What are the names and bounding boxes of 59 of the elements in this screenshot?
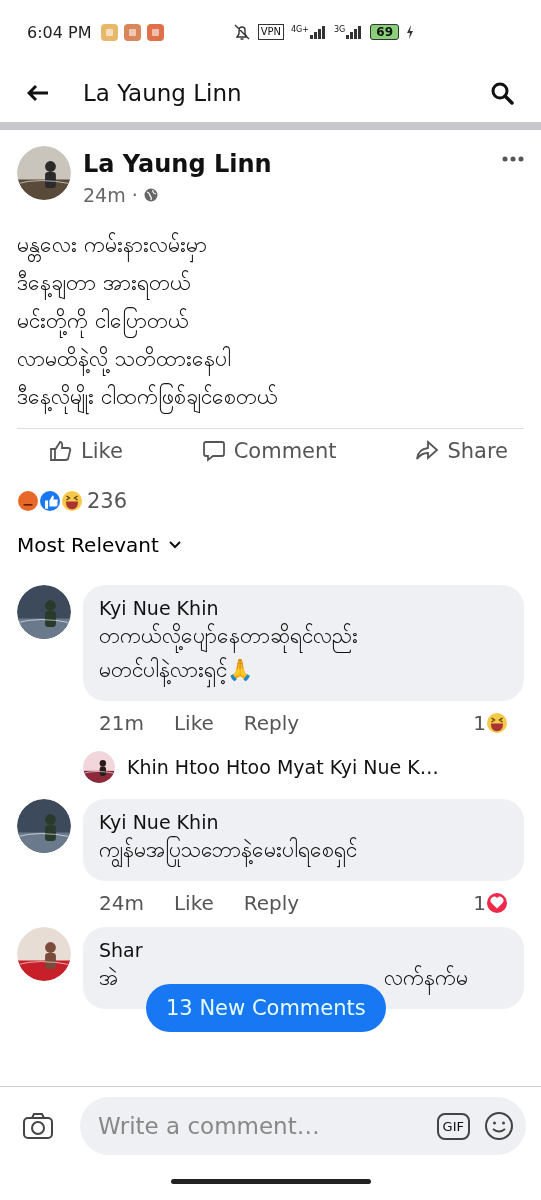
muted-bell-icon xyxy=(232,23,251,41)
angry-face-icon xyxy=(17,490,39,512)
comment-text: လက်နက်မ xyxy=(384,961,468,995)
post-text: လာမထိနဲ့လို့ သတိထားနေပါ xyxy=(17,340,524,378)
signal-icon xyxy=(309,25,327,39)
thumbs-up-icon xyxy=(49,439,73,463)
reaction-count: 236 xyxy=(87,489,128,513)
gif-button[interactable]: GIF xyxy=(436,1112,470,1140)
sort-dropdown[interactable]: Most Relevant xyxy=(0,529,198,561)
vpn-indicator: VPN xyxy=(257,24,284,40)
reaction-count: 1 xyxy=(473,891,486,915)
reply-link[interactable]: Reply xyxy=(243,891,300,915)
like-button[interactable]: Like xyxy=(49,433,123,469)
post-time: 24m xyxy=(83,184,126,206)
network-type: 3G xyxy=(334,25,346,34)
back-arrow-icon[interactable] xyxy=(27,84,49,102)
chevron-down-icon xyxy=(168,541,181,549)
speech-bubble-icon xyxy=(201,439,226,463)
commenter-name: Shar xyxy=(99,939,144,961)
thumbs-up-icon xyxy=(39,490,61,512)
globe-icon xyxy=(143,188,158,202)
post-text: မင်းတို့ကို ငါပြောတယ် xyxy=(17,302,524,340)
battery-level: 69 xyxy=(370,24,399,40)
comment-text: မတင်ပါနဲ့လားရှင့်🙏 xyxy=(99,653,508,687)
camera-icon[interactable] xyxy=(22,1112,54,1140)
clock-time: 6:04 PM xyxy=(27,22,92,42)
separator-dot: · xyxy=(131,184,138,206)
comment-text: တကယ်လို့ပျော်နေတာဆိုရင်လည်း xyxy=(99,619,508,653)
comment-input[interactable]: Write a comment… GIF xyxy=(80,1097,526,1155)
like-link[interactable]: Like xyxy=(173,711,214,735)
comment-text: ကျွန်မအပြုသဘောနဲ့မေးပါရစေရှင် xyxy=(99,833,508,867)
reaction-count: 1 xyxy=(473,711,486,735)
like-link[interactable]: Like xyxy=(173,891,214,915)
share-arrow-icon xyxy=(415,439,440,463)
emoji-icon[interactable] xyxy=(484,1111,514,1141)
signal-icon xyxy=(345,25,364,39)
page-title: La Yaung Linn xyxy=(83,80,243,106)
new-comments-toast[interactable]: 13 New Comments xyxy=(146,984,386,1032)
author-name: La Yaung Linn xyxy=(83,150,273,178)
comment-button[interactable]: Comment xyxy=(201,433,337,469)
post-text: မန္တလေး ကမ်းနားလမ်းမှာ xyxy=(17,226,524,264)
laughing-face-icon xyxy=(61,490,83,512)
network-type: 4G+ xyxy=(291,25,309,34)
laughing-face-icon xyxy=(486,712,508,734)
post-text: ဒီနေ့ချတာ အားရတယ် xyxy=(17,264,524,302)
more-options-icon[interactable] xyxy=(502,156,524,162)
comment-time: 24m xyxy=(99,891,144,915)
post-text: ဒီနေ့လိုမျိုး ငါထက်ဖြစ်ချင်စေတယ် xyxy=(17,378,524,416)
search-icon[interactable] xyxy=(490,81,514,105)
notification-icon xyxy=(147,23,165,41)
share-button[interactable]: Share xyxy=(415,433,508,469)
comment-text: အဲ xyxy=(99,965,118,992)
notification-icon xyxy=(101,23,119,41)
commenter-name: Kyi Nue Khin xyxy=(99,811,220,833)
reply-preview[interactable]: Khin Htoo Htoo Myat Kyi Nue K… xyxy=(127,756,439,778)
reply-link[interactable]: Reply xyxy=(243,711,300,735)
commenter-name: Kyi Nue Khin xyxy=(99,597,220,619)
notification-icon xyxy=(124,23,142,41)
comment-time: 21m xyxy=(99,711,144,735)
